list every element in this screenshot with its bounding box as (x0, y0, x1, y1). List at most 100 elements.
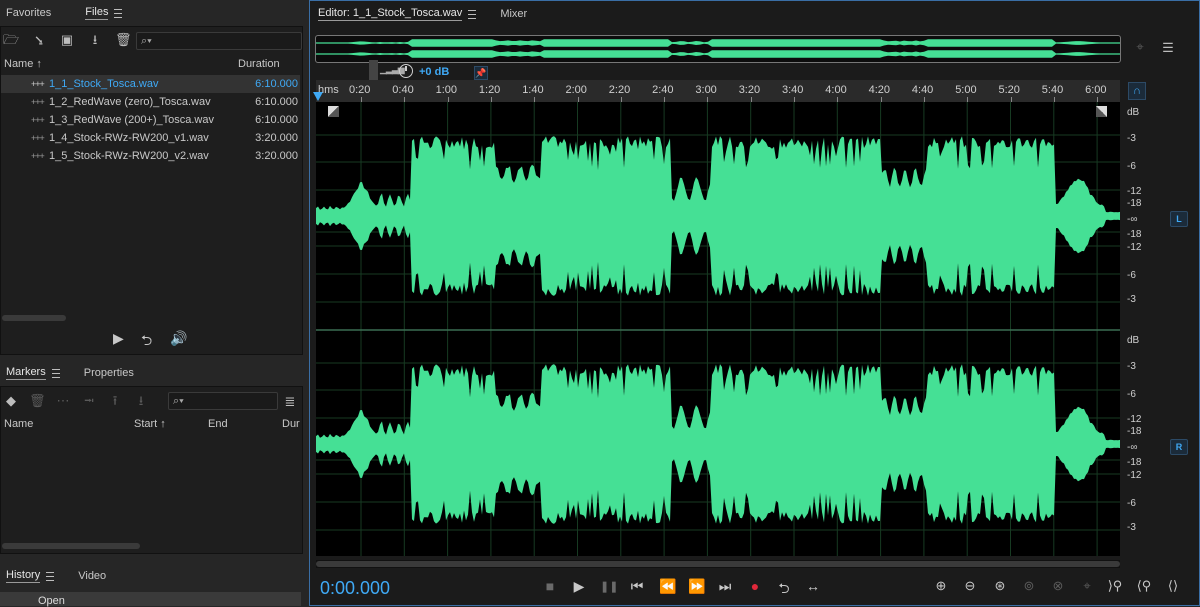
column-label: Start (134, 418, 158, 430)
tab-properties[interactable]: Properties (84, 367, 134, 379)
file-row[interactable]: +++ 1_4_Stock-RWz-RW200_v1.wav 3:20.000 (1, 129, 300, 147)
panel-menu-icon[interactable] (114, 8, 123, 18)
trash-icon: 🗑 (29, 393, 46, 408)
go-to-start-icon[interactable]: ⏮ (629, 578, 645, 595)
column-header-duration[interactable]: Duration (238, 58, 280, 70)
column-header-start[interactable]: Start ↑ (134, 418, 166, 430)
skip-selection-icon[interactable]: ↔ (805, 578, 821, 594)
zoom-in-amplitude-icon[interactable]: ⊕ (930, 578, 952, 594)
column-header-end[interactable]: End (208, 418, 228, 430)
record-icon[interactable]: ● (747, 578, 763, 594)
tab-mixer[interactable]: Mixer (500, 8, 527, 20)
time-display[interactable]: 0:00.000 (320, 578, 390, 599)
preview-play-icon[interactable]: ▶ (113, 330, 124, 347)
rewind-icon[interactable]: ⏪ (659, 578, 676, 595)
trash-icon[interactable]: 🗑 (115, 32, 132, 48)
pin-hud-icon[interactable]: 📌 (474, 66, 488, 80)
history-item[interactable]: Open (0, 592, 301, 607)
db-tick-label: -3 (1127, 361, 1136, 372)
db-tick-label: -6 (1127, 270, 1136, 281)
tab-label: Editor: 1_1_Stock_Tosca.wav (318, 7, 463, 21)
overview-navigator[interactable] (315, 35, 1121, 63)
snap-magnet-icon[interactable]: ∩ (1128, 82, 1146, 100)
channel-right-toggle[interactable]: R (1170, 439, 1188, 455)
loop-playback-icon[interactable]: ⮌ (776, 578, 792, 602)
waveform-icon: +++ (31, 151, 45, 161)
filter-icon[interactable]: ≣ (282, 394, 298, 410)
file-name: 1_3_RedWave (200+)_Tosca.wav (49, 114, 214, 126)
preview-loop-icon[interactable]: ⮌ (141, 330, 152, 354)
file-row[interactable]: +++ 1_5_Stock-RWz-RW200_v2.wav 3:20.000 (1, 147, 300, 165)
file-name: 1_4_Stock-RWz-RW200_v1.wav (49, 132, 209, 144)
ruler-tick-label: 4:40 (911, 84, 934, 96)
db-tick-label: -18 (1127, 426, 1142, 437)
panel-menu-icon[interactable] (468, 9, 477, 19)
column-header-name[interactable]: Name (4, 418, 33, 430)
column-header-dur[interactable]: Dur (282, 418, 300, 430)
editor-scrollbar-thumb[interactable] (316, 561, 1120, 567)
waveform-channel-right (316, 364, 1120, 524)
zoom-to-fit-icon[interactable]: ⟨⟩ (1162, 578, 1184, 594)
gain-value[interactable]: +0 dB (419, 66, 449, 78)
history-tabbar: History Video (0, 563, 305, 589)
column-header-name[interactable]: Name ↑ (4, 58, 42, 70)
markers-scrollbar[interactable] (2, 543, 140, 549)
open-file-icon[interactable]: 🗁 (3, 32, 19, 48)
play-icon[interactable]: ▶ (571, 578, 587, 595)
panel-menu-icon[interactable] (51, 368, 60, 378)
tab-label: Video (78, 570, 107, 582)
ruler-tick-label: 6:00 (1085, 84, 1107, 96)
channel-left-toggle[interactable]: L (1170, 211, 1188, 227)
ruler-tick-label: 4:20 (868, 84, 891, 96)
file-duration: 3:20.000 (255, 132, 298, 144)
file-duration: 3:20.000 (255, 150, 298, 162)
fade-out-handle[interactable] (1096, 106, 1107, 117)
marker-icon[interactable]: ◆ (3, 393, 19, 409)
zoom-out-point-icon[interactable]: ⟨⚲ (1133, 578, 1155, 594)
files-search-input[interactable]: ⌕▾ (136, 32, 302, 50)
editor-scrollbar-track[interactable] (316, 560, 1120, 568)
tab-history[interactable]: History (6, 569, 55, 583)
file-row[interactable]: +++ 1_3_RedWave (200+)_Tosca.wav 6:10.00… (1, 111, 300, 129)
stop-icon[interactable]: ■ (542, 578, 558, 594)
import-file-icon[interactable]: ⭸ (31, 32, 47, 48)
markers-search-input[interactable]: ⌕▾ (168, 392, 278, 410)
pause-icon[interactable]: ❚❚ (600, 580, 618, 593)
markers-tabbar: Markers Properties (0, 360, 305, 386)
files-panel (0, 26, 303, 326)
insert-icon[interactable]: ⭳ (87, 32, 103, 48)
tab-label: Files (85, 6, 109, 20)
fade-in-handle[interactable] (328, 106, 339, 117)
tab-markers[interactable]: Markers (6, 366, 60, 380)
panel-menu-icon[interactable] (46, 571, 55, 581)
file-duration: 6:10.000 (255, 114, 298, 126)
db-tick-label: -6 (1127, 389, 1136, 400)
go-to-end-icon[interactable]: ⏭ (717, 578, 733, 595)
waveform-channel-left (316, 136, 1120, 296)
tab-editor[interactable]: Editor: 1_1_Stock_Tosca.wav (318, 7, 477, 21)
waveform-display[interactable] (316, 102, 1120, 556)
db-tick-label: -12 (1127, 186, 1142, 197)
files-scrollbar[interactable] (2, 315, 66, 321)
hud-grip[interactable] (369, 60, 378, 80)
column-label: Name (4, 58, 34, 70)
tab-favorites[interactable]: Favorites (6, 7, 51, 19)
files-tabbar: Favorites Files (0, 0, 305, 26)
tab-files[interactable]: Files (85, 6, 123, 20)
spectral-view-icon[interactable]: ☰ (1160, 40, 1176, 56)
zoom-out-amplitude-icon[interactable]: ⊖ (959, 578, 981, 594)
ruler-tick-label: 0:40 (392, 84, 414, 96)
playhead-marker[interactable] (313, 92, 323, 101)
new-file-icon[interactable]: ▣ (59, 32, 75, 48)
tab-video[interactable]: Video (78, 570, 106, 582)
fast-forward-icon[interactable]: ⏩ (688, 578, 705, 595)
zoom-in-point-icon[interactable]: ⟩⚲ (1104, 578, 1126, 594)
ruler-tick-label: 3:20 (738, 84, 761, 96)
waveform-icon: +++ (31, 115, 45, 125)
zoom-in-time-icon[interactable]: ⊛ (989, 578, 1011, 594)
preview-volume-icon[interactable]: 🔊 (170, 330, 187, 347)
file-row[interactable]: +++ 1_2_RedWave (zero)_Tosca.wav 6:10.00… (1, 93, 300, 111)
file-row[interactable]: +++ 1_1_Stock_Tosca.wav 6:10.000 (1, 75, 300, 93)
gain-knob[interactable] (399, 64, 413, 78)
files-toolbar: 🗁 ⭸ ▣ ⭳ 🗑 (3, 32, 132, 48)
